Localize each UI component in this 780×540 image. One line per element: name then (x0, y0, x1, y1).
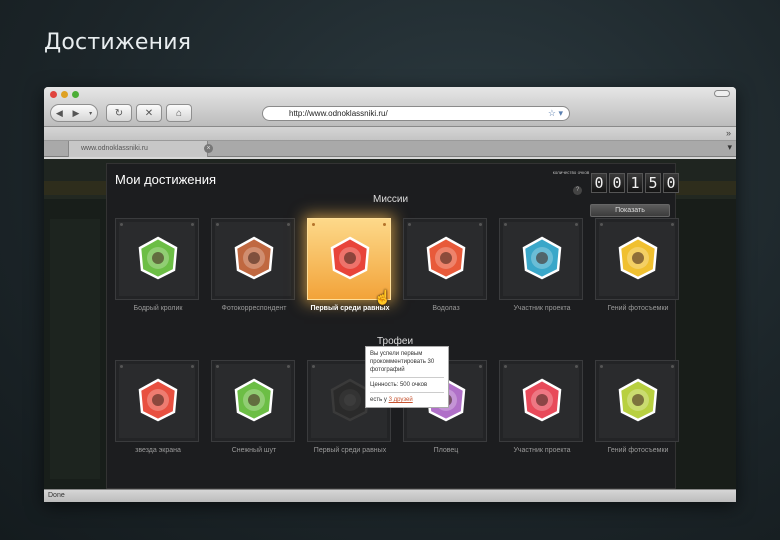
show-button[interactable]: Показать (590, 204, 670, 217)
achievement-card[interactable]: Участник проекта (499, 360, 583, 454)
modal-title: Мои достижения (115, 172, 217, 187)
achievement-label: Участник проекта (513, 305, 571, 312)
achievement-label: Первый среди равных (310, 305, 390, 312)
apple-badge-icon (426, 236, 466, 280)
achievement-card[interactable]: Участник проекта (499, 218, 583, 312)
achievements-modal: Мои достижения количество очков ? 0 0 1 … (106, 163, 679, 489)
tooltip-friends-link[interactable]: 3 друзей (389, 397, 413, 403)
bear-badge-icon (138, 236, 178, 280)
achievement-label: Водолаз (432, 305, 460, 312)
podium-badge-icon (522, 378, 562, 422)
bookmarks-bar: » (44, 127, 736, 141)
stop-button[interactable]: ✕ (136, 104, 162, 122)
camera-badge-icon (234, 378, 274, 422)
bird-badge-icon (522, 236, 562, 280)
tooltip-friends: есть у 3 друзей (370, 396, 444, 404)
star-badge-icon (138, 378, 178, 422)
achievement-card[interactable]: Снежный шут (211, 360, 295, 454)
reload-icon: ↻ (114, 107, 124, 119)
counter-digit: 0 (591, 173, 607, 193)
tab-close-icon[interactable]: × (204, 144, 213, 153)
achievement-card[interactable]: Гений фотосъемки (595, 218, 679, 312)
tooltip-text: Вы успели первым прокомментировать 30 фо… (370, 351, 435, 373)
status-bar: Done (44, 489, 736, 502)
counter-help-icon[interactable]: ? (573, 186, 582, 195)
achievement-card[interactable]: Водолаз (403, 218, 487, 312)
tooltip-friends-prefix: есть у (370, 397, 387, 403)
forward-arrow-icon[interactable]: ▶ (72, 108, 79, 119)
achievement-label: Фотокорреспондент (221, 305, 287, 312)
achievement-tooltip: Вы успели первым прокомментировать 30 фо… (365, 346, 449, 408)
achievement-label: Пловец (433, 447, 459, 454)
browser-window: ◀ ▶ ▾ ↻ ✕ ⌂ http://www.odnoklassniki.ru/… (44, 87, 736, 502)
dog-badge-icon (618, 236, 658, 280)
achievement-card[interactable]: Фотокорреспондент (211, 218, 295, 312)
minimize-window-icon[interactable] (61, 91, 68, 98)
toolbar-toggle-button[interactable] (714, 90, 730, 97)
achievement-label: Снежный шут (231, 447, 277, 454)
achievement-label: Бодрый кролик (133, 305, 183, 312)
history-dropdown-icon[interactable]: ▾ (89, 110, 92, 117)
counter-digit: 1 (627, 173, 643, 193)
counter-digit: 0 (663, 173, 679, 193)
page-viewport: Мои достижения количество очков ? 0 0 1 … (44, 159, 736, 489)
tent-badge-icon (618, 378, 658, 422)
points-counter: 0 0 1 5 0 (591, 173, 679, 193)
tab-title: www.odnoklassniki.ru (81, 145, 148, 152)
home-icon: ⌂ (175, 107, 183, 119)
counter-label: количество очков (552, 170, 590, 175)
achievement-label: Гений фотосъемки (607, 305, 669, 312)
achievement-card[interactable]: Бодрый кролик (115, 218, 199, 312)
missions-row: Бодрый кролик Фотокорреспондент Первый сре… (115, 218, 679, 312)
section-missions: Миссии (373, 194, 409, 205)
stop-icon: ✕ (144, 107, 154, 119)
tab-menu-icon[interactable]: ▾ (727, 142, 732, 153)
cupcake-badge-icon (234, 236, 274, 280)
home-button[interactable]: ⌂ (166, 104, 192, 122)
window-controls (50, 91, 79, 98)
cupcake-badge-icon (330, 236, 370, 280)
achievement-label: Гений фотосъемки (607, 447, 669, 454)
browser-toolbar: ◀ ▶ ▾ ↻ ✕ ⌂ http://www.odnoklassniki.ru/… (44, 87, 736, 127)
achievement-label: Участник проекта (513, 447, 571, 454)
reload-button[interactable]: ↻ (106, 104, 132, 122)
achievement-label: Первый среди равных (313, 447, 387, 454)
hand-cursor-icon: ☝ (374, 289, 392, 305)
achievement-card[interactable]: звезда экрана (115, 360, 199, 454)
achievement-card[interactable]: Гений фотосъемки (595, 360, 679, 454)
zoom-window-icon[interactable] (72, 91, 79, 98)
tab-odnoklassniki[interactable]: www.odnoklassniki.ru × (68, 141, 213, 157)
close-window-icon[interactable] (50, 91, 57, 98)
bookmarks-overflow-icon[interactable]: » (726, 128, 731, 138)
slide-title: Достижения (44, 30, 192, 55)
tab-bar: www.odnoklassniki.ru × ▾ (44, 141, 736, 157)
tooltip-value: Ценность: 500 очков (370, 382, 428, 388)
back-arrow-icon[interactable]: ◀ (56, 108, 63, 119)
address-bar[interactable]: http://www.odnoklassniki.ru/ ☆ ▾ (262, 106, 570, 121)
counter-digit: 0 (609, 173, 625, 193)
bookmark-star-icon[interactable]: ☆ ▾ (548, 107, 563, 120)
counter-digit: 5 (645, 173, 661, 193)
achievement-label: звезда экрана (135, 447, 181, 454)
achievement-card[interactable]: Первый среди равных ☝ (307, 218, 391, 312)
back-forward-buttons: ◀ ▶ ▾ (50, 104, 98, 122)
address-url: http://www.odnoklassniki.ru/ (289, 109, 388, 118)
